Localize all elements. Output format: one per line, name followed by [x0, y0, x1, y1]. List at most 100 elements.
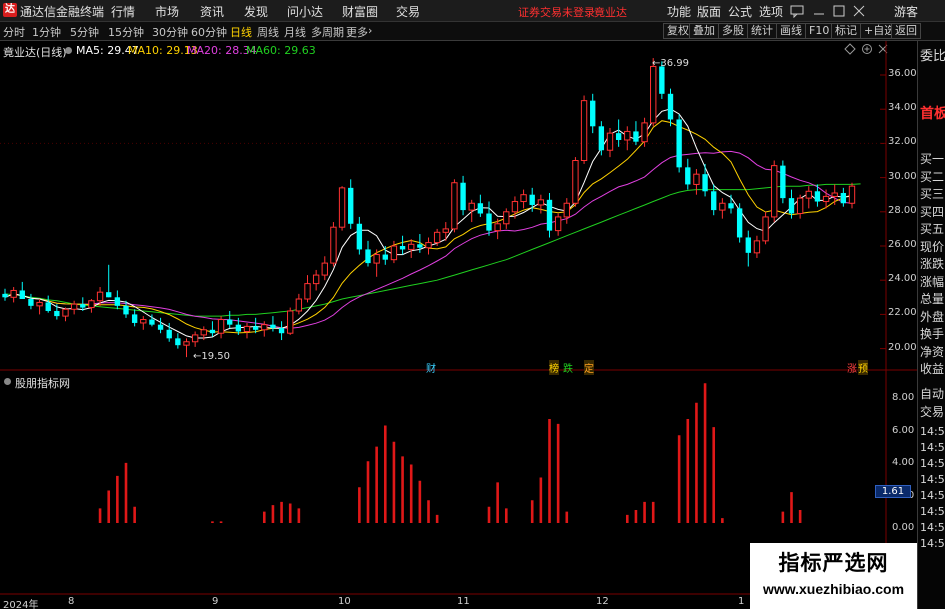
quote-field-label: 买一 — [920, 152, 945, 166]
candle — [321, 256, 328, 281]
indicator-bar — [695, 402, 698, 523]
indicator-bar — [98, 508, 102, 523]
indicator-dot-icon[interactable] — [3, 377, 12, 386]
indicator-bar — [358, 487, 361, 523]
candle — [780, 160, 786, 204]
indicator-bar — [686, 419, 690, 523]
tag-fall[interactable]: 跌 — [563, 360, 573, 375]
candle — [356, 216, 363, 255]
indicator-bar — [271, 505, 275, 523]
candle — [399, 235, 406, 255]
candle — [28, 293, 34, 310]
indicator-bar — [548, 419, 551, 523]
candle — [572, 157, 579, 207]
quote-field-label: 净资 — [920, 344, 945, 359]
candle — [19, 281, 25, 300]
quote-field-label: 买五 — [920, 222, 945, 236]
indicator-title: 股朋指标网 — [15, 377, 70, 390]
candle — [295, 293, 303, 315]
tag-rank[interactable]: 榜 — [549, 360, 559, 375]
first-board-label: 首板 — [920, 106, 945, 122]
candle — [685, 158, 691, 190]
candle — [460, 175, 466, 216]
candle — [227, 310, 233, 329]
candle — [217, 316, 225, 339]
price-tick-label: 32.00 — [888, 136, 917, 148]
candle — [606, 128, 614, 158]
candle — [304, 275, 311, 303]
indicator-value-box: 1.61 — [875, 485, 911, 498]
candle — [711, 184, 717, 216]
indicator-bar — [401, 456, 404, 523]
indicator-bar — [383, 425, 387, 523]
candle — [615, 119, 622, 147]
trade-time: 14:56 — [920, 537, 945, 550]
candle — [140, 316, 147, 330]
candle — [667, 88, 674, 127]
order-ratio-label: 委比 — [920, 49, 945, 64]
candle — [624, 126, 631, 151]
candle — [106, 264, 112, 298]
price-tick-label: 36.00 — [888, 68, 917, 79]
tag-rise[interactable]: 涨 — [847, 360, 857, 375]
candle — [191, 331, 199, 347]
candle — [753, 235, 761, 258]
price-tick-label: 20.00 — [888, 341, 917, 353]
quote-field-label: 涨跌 — [920, 257, 945, 271]
candle — [486, 201, 492, 236]
candle — [425, 237, 432, 255]
indicator-bar — [116, 475, 119, 523]
x-label-dec: 12 — [596, 596, 609, 607]
candle — [805, 186, 812, 209]
candle — [54, 304, 60, 320]
indicator-bar — [211, 521, 214, 523]
indicator-bar — [107, 490, 111, 523]
candle — [451, 179, 458, 233]
candle — [157, 317, 164, 334]
indicator-bar — [530, 500, 534, 523]
indicator-bar — [625, 514, 629, 523]
indicator-bar — [539, 477, 543, 523]
trade-detail-label[interactable]: 交易 — [920, 403, 944, 420]
quote-side-panel: 委比 首板 买一买二买三买四买五现价涨跌涨幅总量外盘换手净资收益 自动 交易 1… — [917, 41, 945, 609]
trade-time: 14:56 — [920, 457, 945, 470]
price-tick-label: 30.00 — [888, 170, 917, 182]
tag-forecast[interactable]: 预 — [858, 360, 868, 375]
indicator-bar — [487, 506, 491, 523]
watermark-url: www.xuezhibiao.com — [762, 581, 905, 597]
indicator-tick-label: 4.00 — [892, 457, 915, 468]
candle — [796, 194, 804, 219]
candle — [554, 213, 562, 236]
candle — [745, 230, 751, 267]
indicator-bar — [781, 511, 785, 523]
candle — [348, 179, 354, 229]
candle — [520, 189, 527, 209]
candle — [477, 194, 484, 217]
tag-fixed[interactable]: 定 — [584, 360, 594, 375]
kline-chart[interactable] — [0, 0, 917, 609]
quote-field-label: 换手 — [920, 327, 945, 341]
x-label-sep: 9 — [212, 596, 219, 607]
indicator-bar — [366, 461, 370, 523]
low-price-label: ←19.50 — [193, 351, 231, 362]
indicator-bar — [124, 462, 128, 523]
price-tick-label: 22.00 — [888, 307, 917, 319]
candle — [408, 239, 415, 258]
candle — [848, 182, 856, 209]
indicator-bar — [790, 492, 793, 523]
candle — [546, 192, 553, 238]
indicator-bar — [427, 500, 430, 523]
quote-field-label: 总量 — [920, 292, 945, 306]
auto-label[interactable]: 自动 — [920, 385, 944, 402]
indicator-bar — [798, 510, 802, 523]
candle — [676, 114, 682, 173]
candle — [338, 186, 346, 231]
tag-finance[interactable]: 财 — [426, 360, 436, 375]
watermark-logo: 指标严选网 www.xuezhibiao.com — [750, 543, 917, 609]
indicator-bar — [721, 518, 724, 523]
x-label-jan: 1 — [738, 596, 745, 607]
x-label-aug: 8 — [68, 596, 75, 607]
indicator-bar — [651, 501, 655, 523]
candle — [580, 95, 588, 164]
indicator-bar — [392, 441, 396, 523]
